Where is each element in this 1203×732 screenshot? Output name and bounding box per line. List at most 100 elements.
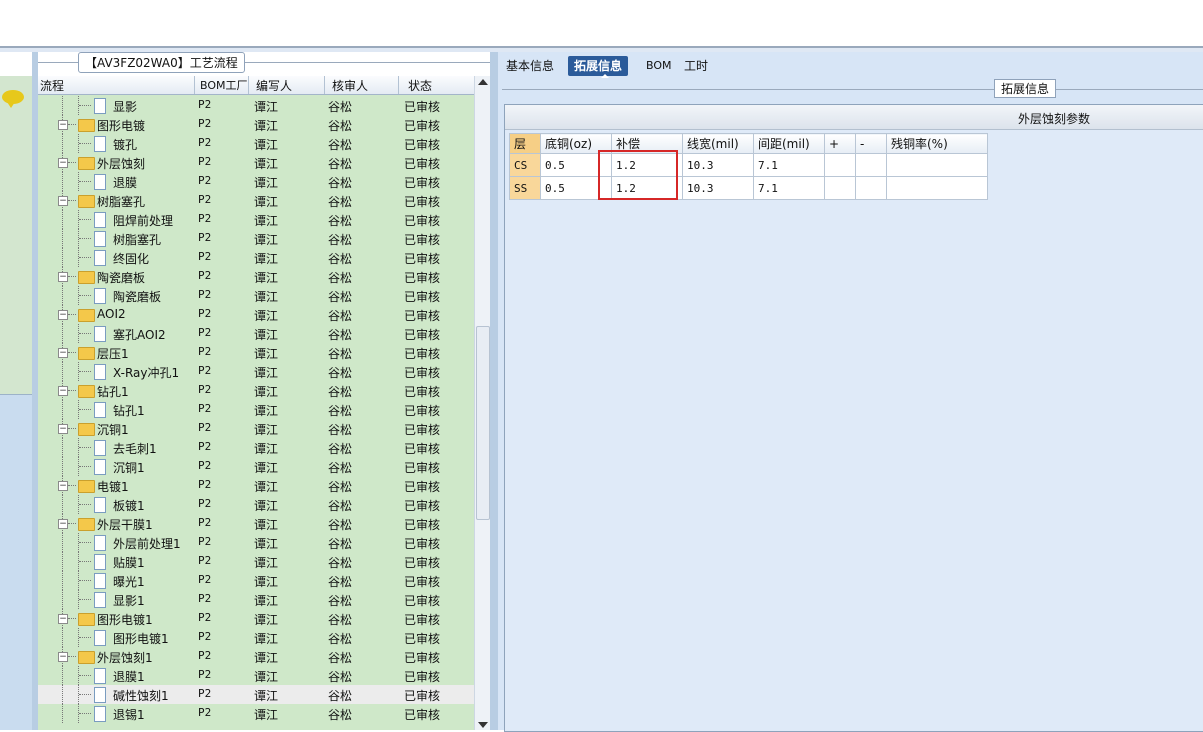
param-cell[interactable]: 10.3	[682, 153, 754, 177]
tree-row[interactable]: − 电镀1 P2 谭江 谷松 已审核	[38, 476, 474, 495]
tree-node-label[interactable]: 陶瓷磨板	[97, 269, 145, 286]
tree-node-label[interactable]: 退膜1	[113, 668, 145, 685]
tree-row[interactable]: 碱性蚀刻1 P2 谭江 谷松 已审核	[38, 685, 474, 704]
collapse-toggle-icon[interactable]: −	[58, 158, 68, 168]
tree-row[interactable]: 图形电镀1 P2 谭江 谷松 已审核	[38, 628, 474, 647]
tab-work-hours[interactable]: 工时	[678, 56, 714, 76]
collapse-toggle-icon[interactable]: −	[58, 652, 68, 662]
tree-node-label[interactable]: 电镀1	[97, 478, 129, 495]
tree-node-label[interactable]: 曝光1	[113, 573, 145, 590]
param-cell[interactable]: 7.1	[753, 153, 825, 177]
tree-node-label[interactable]: 树脂塞孔	[113, 231, 161, 248]
param-col-header[interactable]: 线宽(mil)	[682, 133, 754, 154]
tree-row[interactable]: X-Ray冲孔1 P2 谭江 谷松 已审核	[38, 362, 474, 381]
tree-node-label[interactable]: 塞孔AOI2	[113, 326, 166, 343]
tree-row[interactable]: − AOI2 P2 谭江 谷松 已审核	[38, 305, 474, 324]
tree-node-label[interactable]: 显影	[113, 98, 137, 115]
tab-extended-info[interactable]: 拓展信息	[568, 56, 629, 76]
tree-row[interactable]: 显影 P2 谭江 谷松 已审核	[38, 96, 474, 115]
col-header-flow[interactable]: 流程	[40, 77, 64, 94]
chat-bubble-icon[interactable]	[2, 90, 24, 108]
tree-node-label[interactable]: 外层前处理1	[113, 535, 181, 552]
tree-node-label[interactable]: 钻孔1	[113, 402, 145, 419]
tree-node-label[interactable]: 外层干膜1	[97, 516, 153, 533]
tree-row[interactable]: 终固化 P2 谭江 谷松 已审核	[38, 248, 474, 267]
tree-node-label[interactable]: 钻孔1	[97, 383, 129, 400]
tree-row[interactable]: − 外层蚀刻1 P2 谭江 谷松 已审核	[38, 647, 474, 666]
tree-node-label[interactable]: 图形电镀1	[113, 630, 169, 647]
tree-node-label[interactable]: 图形电镀1	[97, 611, 153, 628]
tree-row[interactable]: − 外层蚀刻 P2 谭江 谷松 已审核	[38, 153, 474, 172]
tree-node-label[interactable]: 退膜	[113, 174, 137, 191]
scroll-down-arrow-icon[interactable]	[478, 722, 488, 728]
tree-node-label[interactable]: 外层蚀刻	[97, 155, 145, 172]
tree-row[interactable]: 外层前处理1 P2 谭江 谷松 已审核	[38, 533, 474, 552]
tree-node-label[interactable]: 镀孔	[113, 136, 137, 153]
param-col-header[interactable]: 层	[509, 133, 541, 154]
tree-node-label[interactable]: AOI2	[97, 307, 126, 321]
tree-node-label[interactable]: 去毛刺1	[113, 440, 157, 457]
collapse-toggle-icon[interactable]: −	[58, 519, 68, 529]
collapse-toggle-icon[interactable]: −	[58, 310, 68, 320]
tree-row[interactable]: − 外层干膜1 P2 谭江 谷松 已审核	[38, 514, 474, 533]
collapse-toggle-icon[interactable]: −	[58, 120, 68, 130]
collapse-toggle-icon[interactable]: −	[58, 272, 68, 282]
tree-row[interactable]: 退膜 P2 谭江 谷松 已审核	[38, 172, 474, 191]
collapse-toggle-icon[interactable]: −	[58, 481, 68, 491]
tree-node-label[interactable]: 层压1	[97, 345, 129, 362]
tab-bom[interactable]: BOM	[640, 56, 678, 76]
tree-node-label[interactable]: 碱性蚀刻1	[113, 687, 169, 704]
tree-node-label[interactable]: 陶瓷磨板	[113, 288, 161, 305]
param-cell[interactable]	[824, 153, 856, 177]
tree-node-label[interactable]: 外层蚀刻1	[97, 649, 153, 666]
tree-row[interactable]: 塞孔AOI2 P2 谭江 谷松 已审核	[38, 324, 474, 343]
tree-node-label[interactable]: 沉铜1	[97, 421, 129, 438]
collapse-toggle-icon[interactable]: −	[58, 424, 68, 434]
tree-row[interactable]: 退锡1 P2 谭江 谷松 已审核	[38, 704, 474, 723]
tree-node-label[interactable]: 图形电镀	[97, 117, 145, 134]
tab-basic-info[interactable]: 基本信息	[500, 56, 560, 76]
param-cell[interactable]	[886, 176, 988, 200]
tree-row[interactable]: 显影1 P2 谭江 谷松 已审核	[38, 590, 474, 609]
chat-tab[interactable]	[0, 76, 33, 395]
tree-row[interactable]: − 图形电镀1 P2 谭江 谷松 已审核	[38, 609, 474, 628]
tree-row[interactable]: 阻焊前处理 P2 谭江 谷松 已审核	[38, 210, 474, 229]
param-cell[interactable]: 7.1	[753, 176, 825, 200]
tree-row[interactable]: 曝光1 P2 谭江 谷松 已审核	[38, 571, 474, 590]
param-cell[interactable]: 10.3	[682, 176, 754, 200]
tree-row[interactable]: 钻孔1 P2 谭江 谷松 已审核	[38, 400, 474, 419]
param-cell[interactable]	[855, 176, 887, 200]
param-col-header[interactable]: 残铜率(%)	[886, 133, 988, 154]
tree-node-label[interactable]: 沉铜1	[113, 459, 145, 476]
tree-node-label[interactable]: X-Ray冲孔1	[113, 364, 179, 381]
tree-row[interactable]: − 层压1 P2 谭江 谷松 已审核	[38, 343, 474, 362]
tree-row[interactable]: 板镀1 P2 谭江 谷松 已审核	[38, 495, 474, 514]
center-splitter[interactable]	[490, 52, 498, 730]
col-header-status[interactable]: 状态	[408, 77, 432, 94]
param-col-header[interactable]: +	[824, 133, 856, 154]
param-col-header[interactable]: -	[855, 133, 887, 154]
tree-row[interactable]: 沉铜1 P2 谭江 谷松 已审核	[38, 457, 474, 476]
param-col-header[interactable]: 间距(mil)	[753, 133, 825, 154]
tree-row[interactable]: 退膜1 P2 谭江 谷松 已审核	[38, 666, 474, 685]
tree-row[interactable]: 贴膜1 P2 谭江 谷松 已审核	[38, 552, 474, 571]
tree-node-label[interactable]: 板镀1	[113, 497, 145, 514]
param-cell[interactable]	[855, 153, 887, 177]
tree-row[interactable]: − 树脂塞孔 P2 谭江 谷松 已审核	[38, 191, 474, 210]
param-cell[interactable]	[824, 176, 856, 200]
col-header-bom[interactable]: BOM工厂	[200, 77, 248, 93]
tree-node-label[interactable]: 阻焊前处理	[113, 212, 173, 229]
tree-node-label[interactable]: 终固化	[113, 250, 149, 267]
tree-row[interactable]: − 陶瓷磨板 P2 谭江 谷松 已审核	[38, 267, 474, 286]
tree-row[interactable]: 陶瓷磨板 P2 谭江 谷松 已审核	[38, 286, 474, 305]
tree-node-label[interactable]: 树脂塞孔	[97, 193, 145, 210]
tree-row[interactable]: − 图形电镀 P2 谭江 谷松 已审核	[38, 115, 474, 134]
tree-node-label[interactable]: 退锡1	[113, 706, 145, 723]
collapse-toggle-icon[interactable]: −	[58, 614, 68, 624]
tree-scrollbar[interactable]	[474, 76, 491, 730]
param-cell[interactable]	[886, 153, 988, 177]
tree-row[interactable]: − 钻孔1 P2 谭江 谷松 已审核	[38, 381, 474, 400]
scroll-thumb[interactable]	[476, 326, 490, 520]
col-header-reviewer[interactable]: 核审人	[332, 77, 368, 94]
tree-row[interactable]: 树脂塞孔 P2 谭江 谷松 已审核	[38, 229, 474, 248]
